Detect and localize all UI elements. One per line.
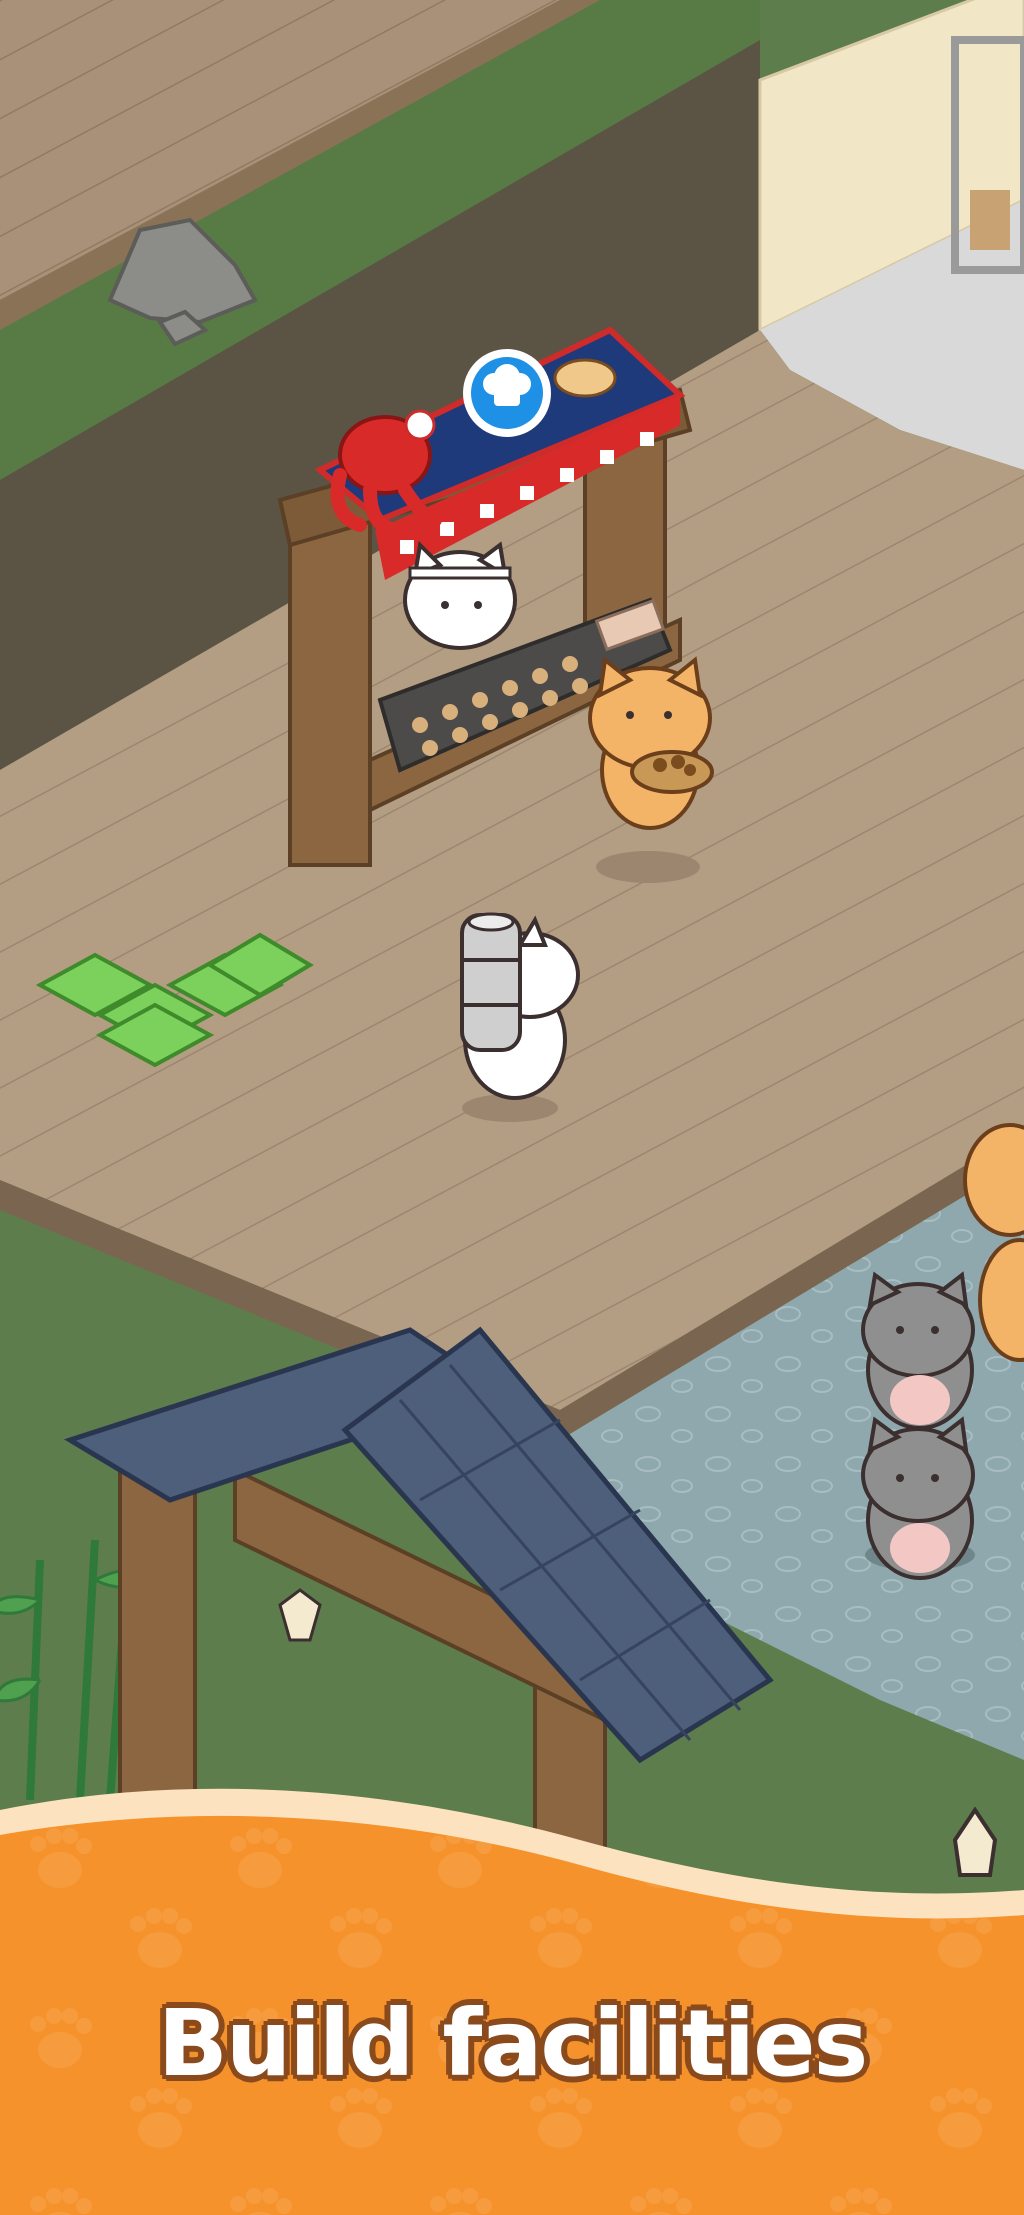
chef-hat-badge[interactable]: [463, 349, 551, 437]
caption-text: Build facilities: [157, 1990, 869, 2097]
game-scene: [0, 0, 1024, 2215]
white-chef-cat: [403, 540, 517, 650]
